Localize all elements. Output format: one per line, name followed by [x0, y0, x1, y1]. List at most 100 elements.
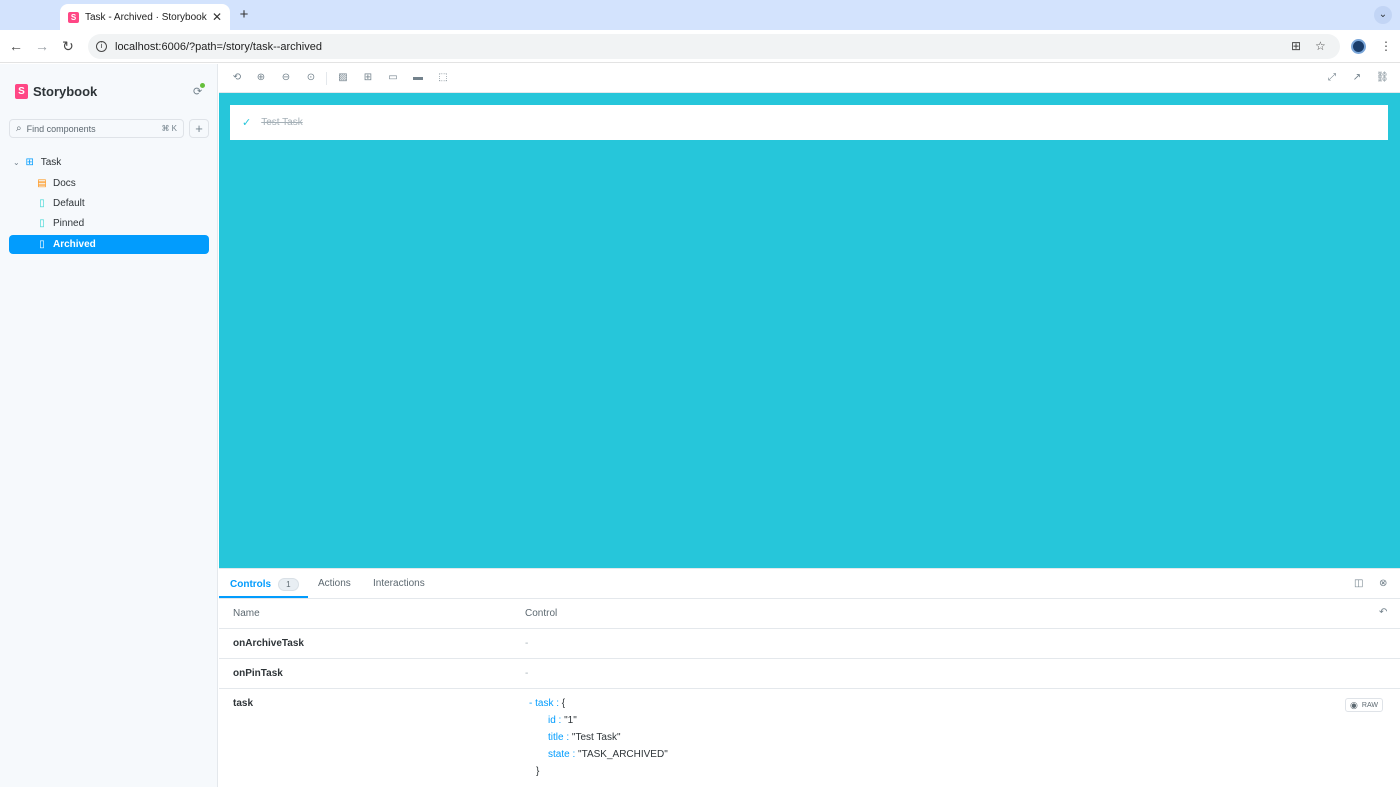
- site-info-icon[interactable]: i: [96, 41, 107, 52]
- sidebar-item-label: Archived: [53, 239, 96, 250]
- json-value[interactable]: "1": [564, 715, 577, 726]
- settings-icon[interactable]: ⟳: [193, 83, 205, 98]
- forward-icon[interactable]: →: [34, 38, 50, 54]
- search-icon: ⌕: [16, 123, 22, 134]
- raw-label: RAW: [1361, 701, 1378, 709]
- eye-icon: ◉: [1350, 699, 1358, 710]
- close-panel-icon[interactable]: ⊗: [1379, 578, 1387, 589]
- search-placeholder: Find components: [26, 123, 96, 134]
- browser-tab-title: Task - Archived · Storybook: [85, 11, 207, 23]
- sidebar-item-pinned[interactable]: ▯ Pinned: [9, 214, 209, 233]
- bookmark-icon: ▯: [39, 239, 45, 250]
- arg-name: onArchiveTask: [233, 638, 304, 649]
- url-input[interactable]: i localhost:6006/?path=/story/task--arch…: [88, 34, 1340, 59]
- sidebar-item-docs[interactable]: ▤ Docs: [9, 174, 209, 193]
- toolbar-divider: [326, 72, 327, 85]
- table-row: onPinTask -: [219, 659, 1400, 689]
- tab-label: Controls: [230, 579, 272, 590]
- task-title: Test Task: [261, 117, 303, 128]
- active-tab-indicator: [219, 596, 308, 598]
- create-story-button[interactable]: +: [189, 119, 209, 138]
- sidebar-item-task[interactable]: ⌄ ⊞ Task: [9, 153, 209, 172]
- remount-icon[interactable]: ⟲: [231, 72, 243, 84]
- measure-icon[interactable]: ▬: [412, 72, 424, 84]
- json-value[interactable]: "Test Task": [572, 732, 621, 743]
- json-key: state :: [548, 749, 576, 760]
- canvas-toolbar: ⟲ ⊕ ⊖ ⊙ ▨ ⊞ ▭ ▬ ⬚ ⤢ ↗ ⛓: [219, 64, 1400, 93]
- json-open-brace: {: [561, 698, 566, 709]
- json-key: title :: [548, 732, 570, 743]
- json-field[interactable]: state : "TASK_ARCHIVED": [548, 749, 668, 760]
- search-shortcut: ⌘ K: [161, 124, 177, 133]
- new-tab-button[interactable]: +: [236, 6, 252, 23]
- json-field[interactable]: title : "Test Task": [548, 732, 621, 743]
- bookmark-icon: ▯: [39, 198, 45, 209]
- tab-interactions[interactable]: Interactions: [373, 578, 425, 589]
- name-column-header: Name: [233, 608, 260, 619]
- browser-tab[interactable]: S Task - Archived · Storybook ✕: [60, 4, 230, 30]
- arg-control: -: [525, 638, 529, 649]
- copy-link-icon[interactable]: ⛓: [1376, 72, 1389, 84]
- storybook-favicon-icon: S: [68, 11, 79, 23]
- background-icon[interactable]: ▨: [337, 72, 349, 84]
- json-object-editor[interactable]: - task : {: [529, 698, 565, 709]
- json-collapse-toggle[interactable]: - task :: [529, 698, 559, 709]
- zoom-in-icon[interactable]: ⊕: [255, 72, 267, 84]
- controls-header-row: Name Control ↶: [219, 599, 1400, 629]
- sidebar-item-archived[interactable]: ▯ Archived: [9, 235, 209, 254]
- search-input[interactable]: ⌕ Find components ⌘ K: [9, 119, 184, 138]
- open-new-tab-icon[interactable]: ↗: [1351, 72, 1363, 84]
- addon-panel: Controls 1 Actions Interactions ◫ ⊗ Name …: [219, 568, 1400, 787]
- reload-icon[interactable]: ↻: [60, 38, 76, 54]
- address-bar: ← → ↻ i localhost:6006/?path=/story/task…: [0, 30, 1400, 63]
- document-icon: ▤: [37, 178, 47, 189]
- checkmark-icon[interactable]: ✓: [242, 116, 251, 129]
- storybook-brand[interactable]: S Storybook: [15, 84, 97, 99]
- bookmark-icon: ▯: [39, 218, 45, 229]
- panel-orientation-icon[interactable]: ◫: [1354, 578, 1363, 589]
- json-close-brace: }: [536, 766, 540, 777]
- table-row: onArchiveTask -: [219, 629, 1400, 659]
- grid-icon[interactable]: ⊞: [362, 72, 374, 84]
- json-key: id :: [548, 715, 562, 726]
- zoom-out-icon[interactable]: ⊖: [280, 72, 292, 84]
- outline-icon[interactable]: ⬚: [437, 72, 449, 84]
- sidebar-item-label: Default: [53, 198, 85, 209]
- table-row-task: task - task : { id : "1" title : "Test T…: [219, 689, 1400, 788]
- tab-actions[interactable]: Actions: [318, 578, 351, 589]
- zoom-reset-icon[interactable]: ⊙: [305, 72, 317, 84]
- controls-count-badge: 1: [278, 578, 299, 591]
- storybook-logo-icon: S: [15, 84, 28, 99]
- browser-menu-icon[interactable]: ⋮: [1380, 39, 1392, 53]
- translate-icon[interactable]: ⊞: [1291, 39, 1301, 53]
- raw-toggle-button[interactable]: ◉ RAW: [1345, 698, 1383, 712]
- reset-controls-icon[interactable]: ↶: [1379, 607, 1387, 618]
- control-column-header: Control: [525, 608, 558, 619]
- tab-controls[interactable]: Controls 1: [230, 578, 299, 591]
- component-icon: ⊞: [25, 157, 34, 168]
- panel-tabs: Controls 1 Actions Interactions ◫ ⊗: [219, 569, 1400, 599]
- sidebar-item-label: Task: [40, 157, 62, 168]
- viewport-icon[interactable]: ▭: [387, 72, 399, 84]
- sidebar-item-label: Pinned: [53, 218, 85, 229]
- arg-control: -: [525, 668, 529, 679]
- tab-close-icon[interactable]: ✕: [212, 10, 222, 24]
- arg-name: task: [233, 698, 254, 709]
- tab-search-icon[interactable]: ⌄: [1374, 6, 1392, 24]
- bookmark-star-icon[interactable]: ☆: [1315, 39, 1326, 53]
- back-icon[interactable]: ←: [8, 38, 24, 54]
- url-text: localhost:6006/?path=/story/task--archiv…: [115, 40, 322, 53]
- profile-avatar[interactable]: [1351, 39, 1366, 54]
- browser-tab-bar: S Task - Archived · Storybook ✕ + ⌄: [0, 0, 1400, 30]
- notification-dot: [200, 83, 205, 88]
- sidebar-item-label: Docs: [53, 178, 76, 189]
- chevron-down-icon[interactable]: ⌄: [13, 158, 20, 167]
- sidebar-item-default[interactable]: ▯ Default: [9, 194, 209, 213]
- story-preview: ✓ Test Task: [219, 93, 1400, 568]
- sidebar: S Storybook ⟳ ⌕ Find components ⌘ K + ⌄ …: [0, 64, 218, 787]
- json-value[interactable]: "TASK_ARCHIVED": [578, 749, 668, 760]
- brand-name: Storybook: [33, 84, 98, 99]
- task-item[interactable]: ✓ Test Task: [230, 105, 1388, 140]
- fullscreen-icon[interactable]: ⤢: [1326, 72, 1338, 84]
- json-field[interactable]: id : "1": [548, 715, 577, 726]
